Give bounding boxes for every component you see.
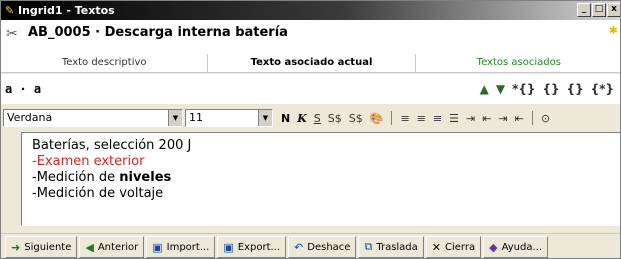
- import-label: Import...: [166, 241, 210, 253]
- color-picker-icon[interactable]: 🎨: [368, 112, 386, 125]
- deshace-button[interactable]: ↶ Deshace: [288, 236, 357, 258]
- braces-insert-icon[interactable]: *{}: [512, 82, 535, 96]
- tab-textos-asociados[interactable]: Textos asociados: [416, 54, 620, 72]
- italic-button[interactable]: K: [295, 112, 309, 125]
- prev-arrow-icon: ◀: [85, 240, 94, 254]
- ayuda-label: Ayuda...: [501, 241, 543, 253]
- record-header: ✂ AB_0005 · Descarga interna batería ✱: [1, 20, 620, 54]
- nav-icons: ▲ ▼ *{} {} {} {*}: [480, 82, 614, 96]
- action-bar: ➜ Siguiente ◀ Anterior ▣ Import... ▣ Exp…: [1, 233, 620, 258]
- cierra-label: Cierra: [445, 241, 476, 253]
- minimize-button[interactable]: _: [577, 3, 591, 17]
- window-title: Ingrid1 - Textos: [18, 4, 115, 17]
- traslada-button[interactable]: ⧉ Traslada: [358, 236, 424, 258]
- chevron-down-icon[interactable]: ▼: [258, 110, 272, 126]
- list-icon[interactable]: ☰: [447, 112, 461, 125]
- window-controls: _ □ x: [577, 3, 620, 17]
- star-icon: ✱: [608, 24, 618, 37]
- font-family-value: Verdana: [7, 111, 53, 124]
- superscript-button[interactable]: S$: [347, 112, 365, 125]
- font-size-select[interactable]: 11 ▼: [185, 109, 273, 127]
- title-bar: ✎ Ingrid1 - Textos _ □ x: [1, 1, 620, 20]
- editor-line: -Medición de voltaje: [32, 186, 164, 201]
- export-icon: ▣: [223, 240, 234, 254]
- outdent2-icon[interactable]: ⇤: [513, 112, 526, 125]
- style-buttons: N K S S$ S$ 🎨 ≡ ≡ ≡ ☰ ⇥ ⇤ ⇥ ⇤ ⊙: [279, 111, 552, 125]
- undo-icon: ↶: [294, 240, 304, 254]
- tab-texto-asociado-actual[interactable]: Texto asociado actual: [208, 54, 416, 72]
- braces-left-icon[interactable]: {}: [542, 82, 559, 96]
- close-x-icon: ✕: [431, 240, 442, 254]
- down-arrow-icon[interactable]: ▼: [496, 82, 505, 96]
- close-button[interactable]: x: [607, 3, 620, 17]
- app-icon: ✎: [5, 4, 15, 17]
- editor-line: -Medición de niveles: [32, 170, 611, 186]
- import-icon: ▣: [152, 240, 163, 254]
- text-reference: a · a: [5, 82, 42, 96]
- export-button[interactable]: ▣ Export...: [217, 236, 287, 258]
- align-left-icon[interactable]: ≡: [398, 112, 411, 125]
- siguiente-button[interactable]: ➜ Siguiente: [5, 236, 78, 258]
- divider: [391, 111, 393, 125]
- up-arrow-icon[interactable]: ▲: [480, 82, 489, 96]
- help-icon: ◆: [489, 240, 498, 254]
- ayuda-button[interactable]: ◆ Ayuda...: [483, 236, 549, 258]
- font-family-select[interactable]: Verdana ▼: [3, 109, 183, 127]
- editor-line: Baterías, selección 200 J: [32, 138, 192, 153]
- deshace-label: Deshace: [307, 241, 351, 253]
- indent-icon[interactable]: ⇥: [464, 112, 477, 125]
- export-label: Export...: [237, 241, 281, 253]
- record-title: AB_0005 · Descarga interna batería: [28, 25, 288, 40]
- outdent-icon[interactable]: ⇤: [480, 112, 493, 125]
- cierra-button[interactable]: ✕ Cierra: [425, 236, 482, 258]
- align-center-icon[interactable]: ≡: [415, 112, 428, 125]
- subscript-button[interactable]: S$: [326, 112, 344, 125]
- editor-line-bold: niveles: [119, 170, 172, 185]
- move-icon: ⧉: [364, 240, 373, 253]
- next-arrow-icon: ➜: [11, 240, 21, 254]
- editor-line: -Examen exterior: [32, 154, 145, 169]
- text-editor[interactable]: Baterías, selección 200 J -Examen exteri…: [21, 132, 620, 226]
- underline-button[interactable]: S: [312, 112, 323, 125]
- chevron-down-icon[interactable]: ▼: [168, 110, 182, 126]
- maximize-button[interactable]: □: [592, 3, 606, 17]
- tab-strip: Texto descriptivo Texto asociado actual …: [1, 54, 620, 73]
- anterior-label: Anterior: [97, 241, 139, 253]
- align-right-icon[interactable]: ≡: [431, 112, 444, 125]
- ingrid-icon: ✂: [6, 26, 18, 42]
- indent2-icon[interactable]: ⇥: [496, 112, 509, 125]
- siguiente-label: Siguiente: [24, 241, 72, 253]
- attach-icon[interactable]: ⊙: [539, 112, 552, 125]
- editor-line-prefix: -Medición de: [32, 170, 120, 185]
- tab-texto-descriptivo[interactable]: Texto descriptivo: [1, 54, 209, 72]
- font-size-value: 11: [189, 111, 203, 124]
- bold-button[interactable]: N: [279, 112, 292, 125]
- traslada-label: Traslada: [376, 241, 418, 253]
- braces-special-icon[interactable]: {*}: [591, 82, 614, 96]
- format-toolbar: Verdana ▼ 11 ▼ N K S S$ S$ 🎨 ≡ ≡ ≡ ☰ ⇥ ⇤…: [1, 106, 620, 130]
- braces-right-icon[interactable]: {}: [567, 82, 584, 96]
- anterior-button[interactable]: ◀ Anterior: [79, 236, 145, 258]
- sub-toolbar: a · a ▲ ▼ *{} {} {} {*}: [1, 74, 620, 104]
- main-window: ✎ Ingrid1 - Textos _ □ x ✂ AB_0005 · Des…: [0, 0, 621, 259]
- divider: [531, 111, 533, 125]
- import-button[interactable]: ▣ Import...: [146, 236, 216, 258]
